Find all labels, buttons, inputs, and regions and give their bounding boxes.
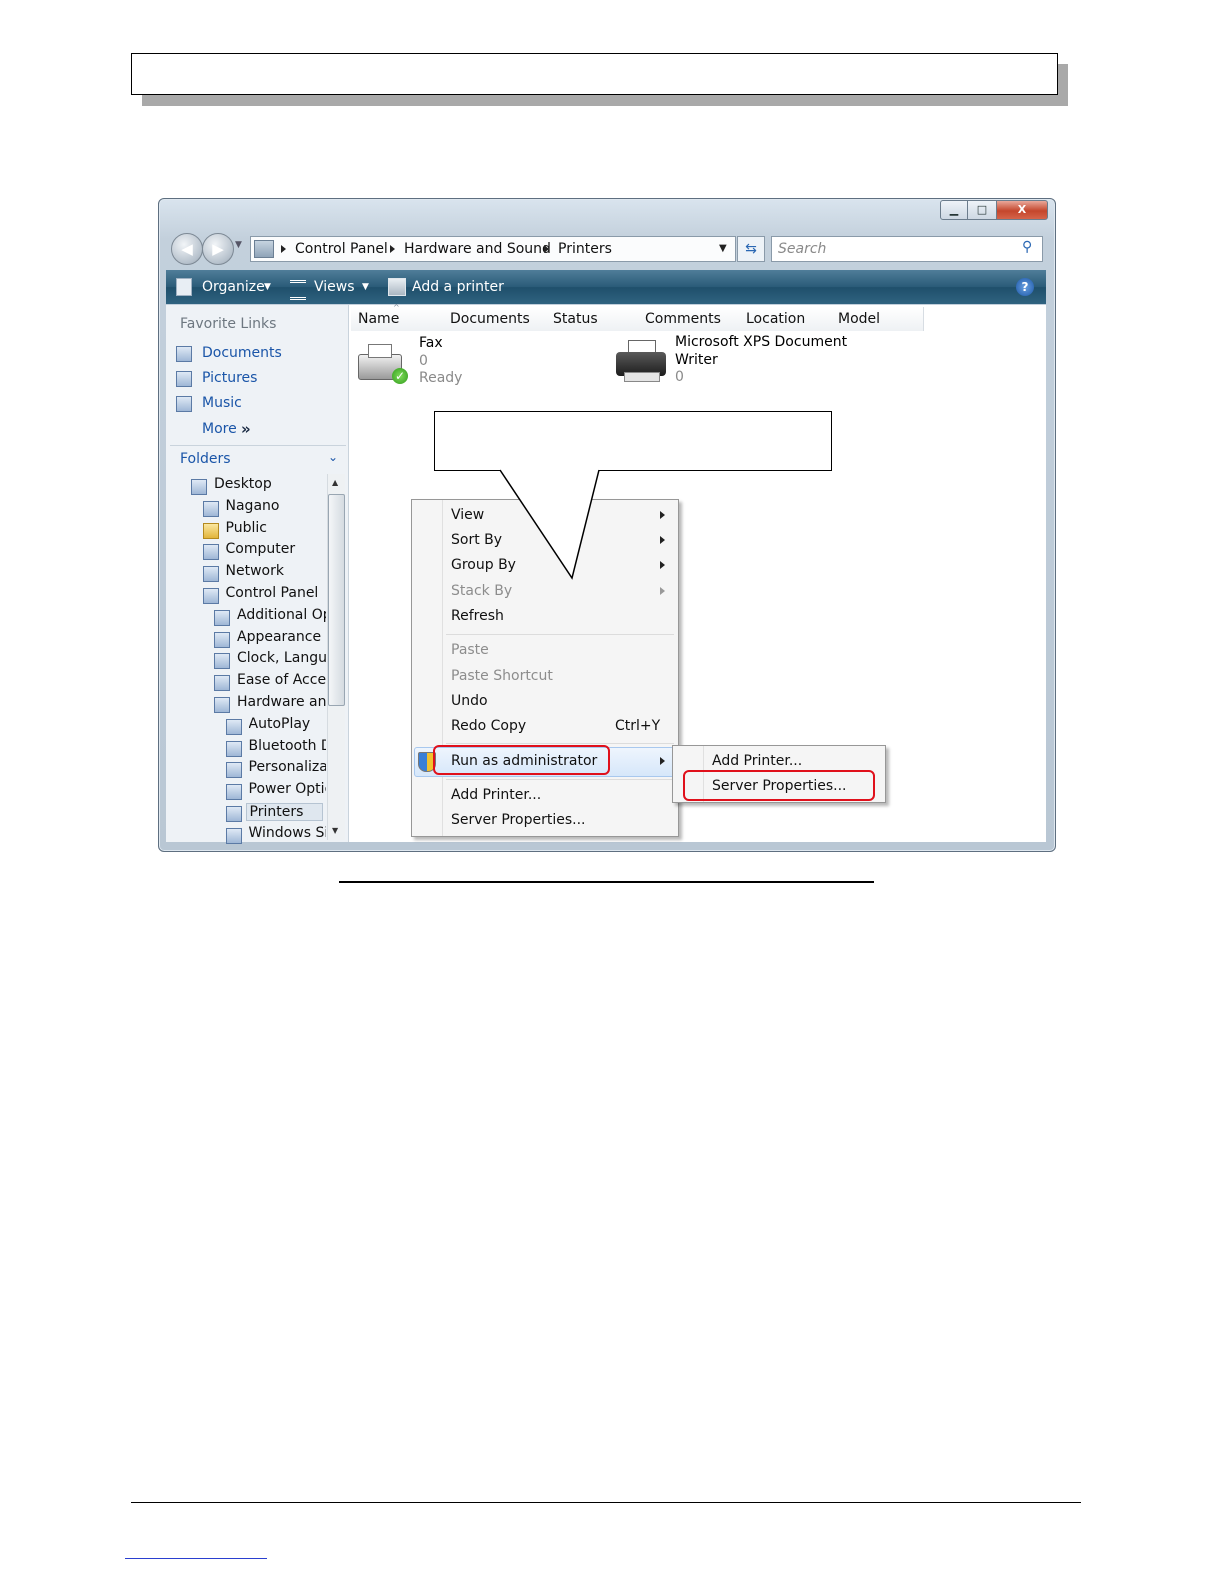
callout-pointer [499, 469, 600, 580]
footer-link-underline [125, 1558, 267, 1559]
footer-rule [131, 1502, 1081, 1503]
caption-underline [339, 881, 874, 883]
